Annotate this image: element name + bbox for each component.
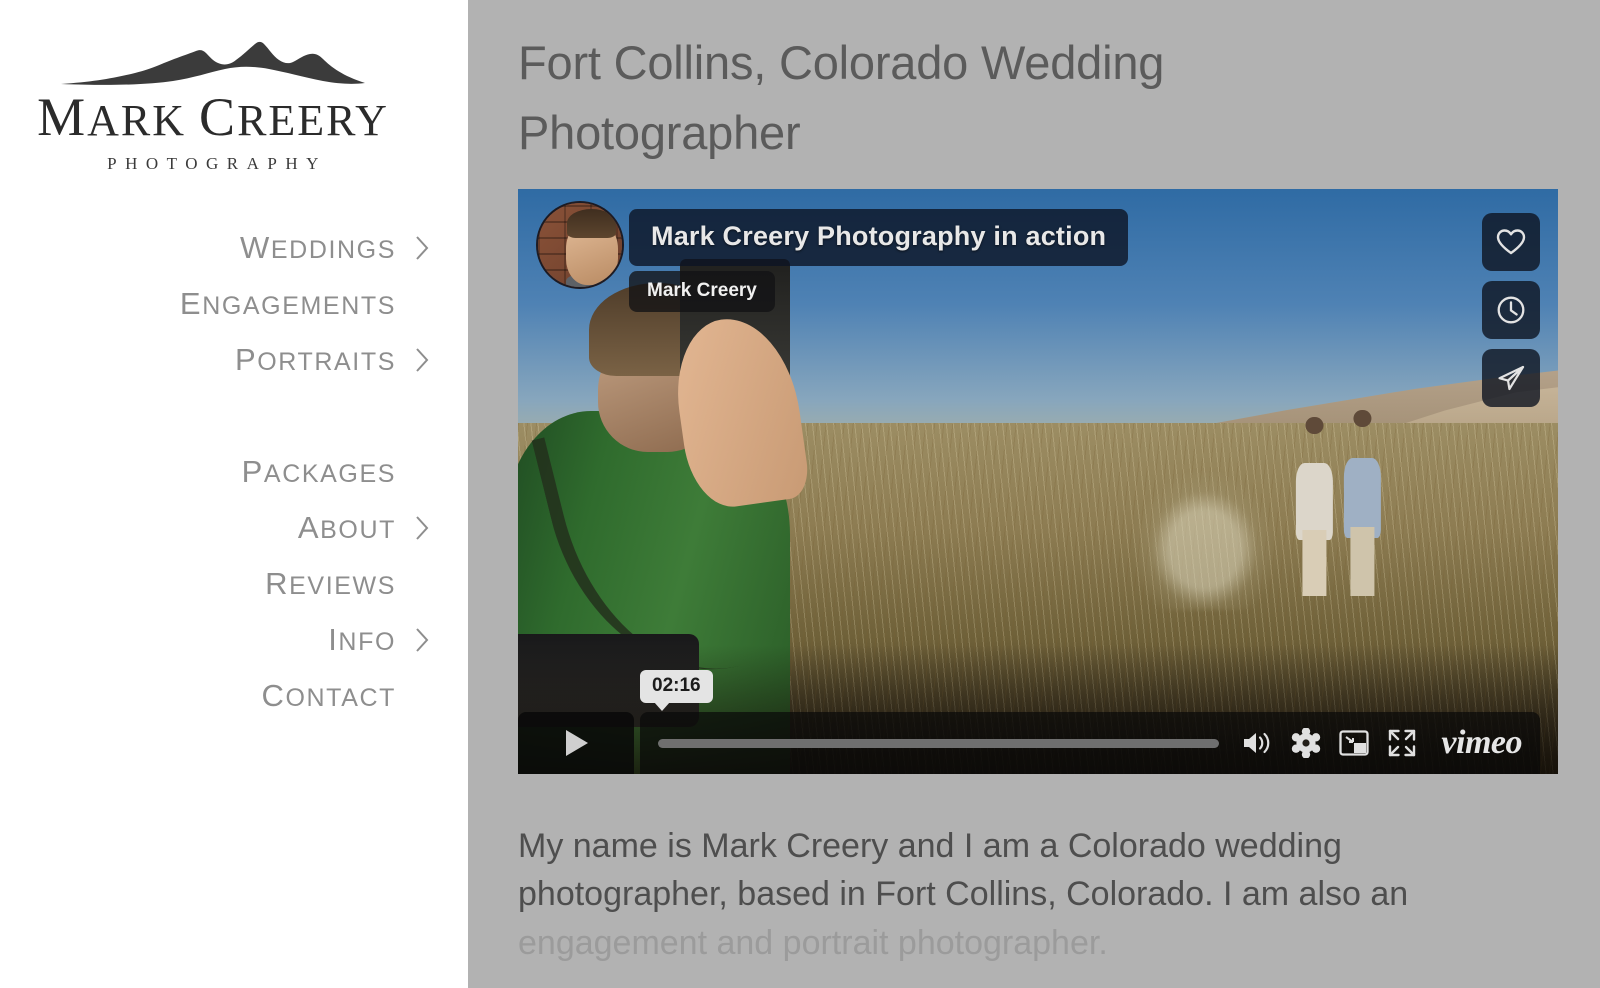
sidebar: MARK CREERY PHOTOGRAPHY WEDDINGS ENGAGEM… [0, 0, 468, 988]
sidebar-item-label: PORTRAITS [235, 342, 396, 377]
sidebar-item-label: ENGAGEMENTS [180, 286, 396, 321]
seek-bar[interactable] [658, 738, 1220, 748]
video-controls: 02:16 vimeo [518, 670, 1558, 775]
intro-line-2: photographer, based in Fort Collins, Col… [518, 875, 1409, 914]
sidebar-item-label: PACKAGES [242, 454, 396, 489]
duration-tooltip: 02:16 [640, 670, 713, 712]
vimeo-logo[interactable]: vimeo [1441, 724, 1522, 762]
sidebar-item-label: REVIEWS [265, 566, 396, 601]
nav-cap: E [179, 286, 203, 321]
volume-icon [1244, 732, 1270, 754]
logo-wordmark-c: C [199, 87, 238, 147]
logo-wordmark-m: M [37, 87, 88, 147]
chevron-right-icon [416, 628, 429, 652]
sidebar-item-label: INFO [328, 622, 396, 657]
nav-group-galleries: WEDDINGS ENGAGEMENTS PORTRAITS [0, 220, 468, 388]
nav-rest: EVIEWS [289, 572, 396, 600]
pip-button[interactable] [1339, 730, 1370, 756]
settings-button[interactable] [1291, 728, 1321, 759]
control-icons: vimeo [1219, 724, 1522, 762]
avatar[interactable] [536, 201, 624, 290]
like-button[interactable] [1482, 213, 1540, 272]
sidebar-item-label: ABOUT [298, 510, 396, 545]
video-title[interactable]: Mark Creery Photography in action [629, 209, 1129, 267]
volume-button[interactable] [1241, 729, 1273, 757]
page-root: MARK CREERY PHOTOGRAPHY WEDDINGS ENGAGEM… [0, 0, 1600, 988]
logo-wordmark-ark: ARK [87, 96, 187, 145]
nav-rest: BOUT [320, 516, 396, 544]
nav-rest: ORTRAITS [257, 348, 396, 376]
fullscreen-button[interactable] [1387, 728, 1417, 758]
nav-cap: P [234, 342, 258, 377]
chevron-right-icon [416, 516, 429, 540]
share-button[interactable] [1482, 349, 1540, 408]
picture-in-picture-icon [1339, 730, 1370, 756]
video-player[interactable]: Mark Creery Photography in action Mark C… [518, 189, 1558, 775]
sidebar-item-label: CONTACT [261, 678, 396, 713]
sidebar-item-label: WEDDINGS [240, 230, 396, 265]
sidebar-item-packages[interactable]: PACKAGES [0, 444, 468, 500]
fullscreen-icon [1389, 729, 1416, 757]
main-navigation: WEDDINGS ENGAGEMENTS PORTRAITS PACKAGES … [0, 220, 468, 724]
nav-cap: R [265, 566, 290, 601]
logo-tagline: PHOTOGRAPHY [107, 154, 327, 173]
sidebar-item-about[interactable]: ABOUT [0, 500, 468, 556]
nav-cap: I [328, 622, 339, 657]
gear-icon [1292, 728, 1321, 759]
sidebar-item-contact[interactable]: CONTACT [0, 668, 468, 724]
scene-bride [1289, 417, 1339, 597]
heart-icon [1496, 229, 1526, 255]
paper-plane-icon [1498, 365, 1525, 391]
watch-later-button[interactable] [1482, 281, 1540, 340]
nav-rest: ACKAGES [263, 460, 396, 488]
sidebar-item-weddings[interactable]: WEDDINGS [0, 220, 468, 276]
nav-rest: EDDINGS [270, 236, 396, 264]
mountain-range-icon [61, 41, 365, 85]
sidebar-item-engagements[interactable]: ENGAGEMENTS [0, 276, 468, 332]
page-title: Fort Collins, Colorado Wedding Photograp… [518, 36, 1165, 159]
chevron-right-icon [416, 348, 429, 372]
intro-line-1: My name is Mark Creery and I am a Colora… [518, 827, 1342, 866]
site-logo[interactable]: MARK CREERY PHOTOGRAPHY [28, 38, 398, 174]
scene-bush [1121, 458, 1288, 611]
main-content: Fort Collins, Colorado Wedding Photograp… [468, 0, 1600, 988]
sidebar-item-reviews[interactable]: REVIEWS [0, 556, 468, 612]
video-author[interactable]: Mark Creery [629, 271, 775, 313]
nav-cap: A [297, 510, 321, 545]
intro-paragraph: My name is Mark Creery and I am a Colora… [518, 822, 1478, 967]
scene-couple [1282, 410, 1396, 597]
nav-cap: W [240, 230, 271, 265]
scene-groom [1337, 410, 1387, 597]
nav-group-info: PACKAGES ABOUT REVIEWS INFO CONTACT [0, 444, 468, 724]
chevron-right-icon [416, 236, 429, 260]
play-icon [566, 730, 588, 757]
nav-rest: NGAGEMENTS [202, 292, 396, 320]
clock-icon [1497, 296, 1525, 324]
play-button[interactable] [518, 712, 634, 775]
logo-wordmark: MARK CREERY [28, 90, 398, 144]
nav-cap: P [241, 454, 264, 489]
nav-rest: NFO [338, 628, 396, 656]
seek-bar-area[interactable]: 02:16 vimeo [640, 670, 1540, 775]
nav-rest: ONTACT [285, 684, 396, 712]
sidebar-item-portraits[interactable]: PORTRAITS [0, 332, 468, 388]
nav-cap: C [261, 678, 286, 713]
logo-wordmark-reery: REERY [237, 96, 389, 145]
intro-line-3: engagement and portrait photographer. [518, 923, 1108, 962]
video-side-actions [1482, 213, 1540, 417]
sidebar-item-info[interactable]: INFO [0, 612, 468, 668]
